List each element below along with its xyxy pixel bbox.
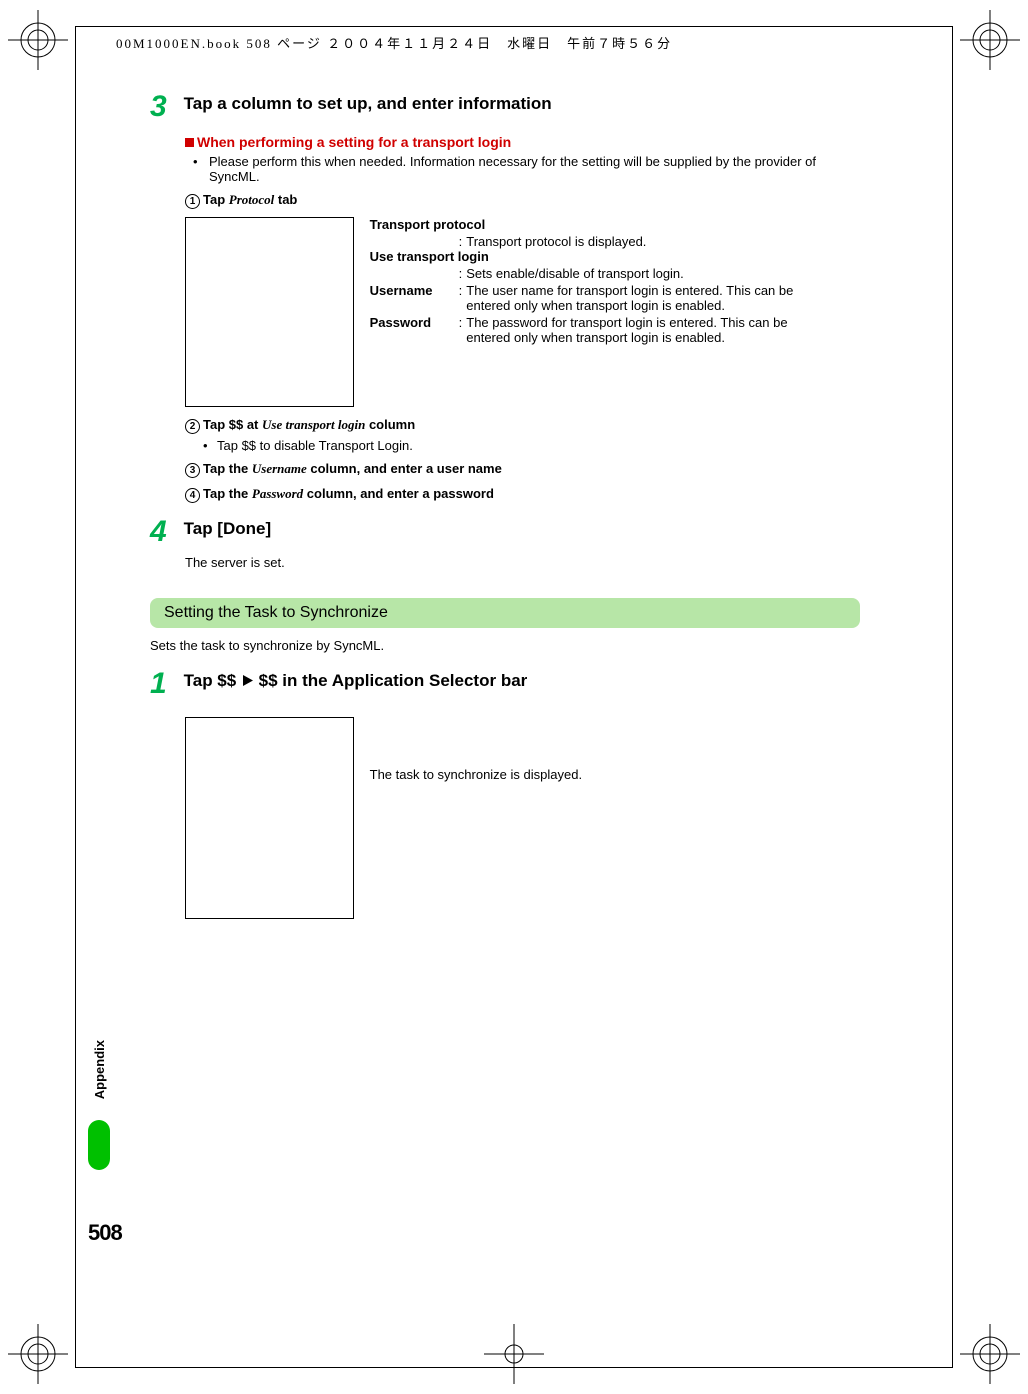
step-4: 4 Tap [Done] xyxy=(150,515,860,549)
reg-mark-tl xyxy=(8,10,68,70)
definitions-block: Transport protocol :Transport protocol i… xyxy=(370,217,825,345)
print-header: 00M1000EN.book 508 ページ ２００４年１１月２４日 水曜日 午… xyxy=(116,33,672,52)
substep-1: 1Tap Protocol tab xyxy=(185,192,860,209)
reg-mark-bl xyxy=(8,1324,68,1384)
screenshot-placeholder xyxy=(185,217,354,407)
substep-3: 3Tap the Username column, and enter a us… xyxy=(185,461,860,478)
section-heading-bar: Setting the Task to Synchronize xyxy=(150,598,860,628)
circle-number-icon: 1 xyxy=(185,194,200,209)
sec2-step-1: 1 Tap $$ $$ in the Application Selector … xyxy=(150,667,860,701)
step-number: 1 xyxy=(150,667,180,701)
red-square-icon xyxy=(185,138,194,147)
bullet-text: Tap $$ to disable Transport Login. xyxy=(203,438,860,453)
step-title: Tap $$ $$ in the Application Selector ba… xyxy=(184,671,528,691)
step-body: The server is set. xyxy=(185,555,860,570)
caption-text: The task to synchronize is displayed. xyxy=(370,767,770,782)
screenshot-placeholder xyxy=(185,717,354,919)
side-tab-label: Appendix xyxy=(92,1040,107,1099)
def-label: Transport protocol xyxy=(370,217,825,232)
substep-2: 2Tap $$ at Use transport login column xyxy=(185,417,860,434)
step-title: Tap [Done] xyxy=(184,519,272,539)
reg-mark-br xyxy=(960,1324,1020,1384)
page-number: 508 xyxy=(88,1220,122,1246)
step-3: 3 Tap a column to set up, and enter info… xyxy=(150,90,860,124)
sub-heading-red: When performing a setting for a transpor… xyxy=(185,134,860,150)
section-intro: Sets the task to synchronize by SyncML. xyxy=(150,638,860,653)
circle-number-icon: 3 xyxy=(185,463,200,478)
step-number: 4 xyxy=(150,515,180,549)
side-tab-indicator xyxy=(88,1120,110,1170)
step-title: Tap a column to set up, and enter inform… xyxy=(184,94,552,114)
reg-mark-tr xyxy=(960,10,1020,70)
def-label: Use transport login xyxy=(370,249,825,264)
circle-number-icon: 4 xyxy=(185,488,200,503)
bullet-text: Please perform this when needed. Informa… xyxy=(193,154,860,184)
step-number: 3 xyxy=(150,90,180,124)
substep-4: 4Tap the Password column, and enter a pa… xyxy=(185,486,860,503)
circle-number-icon: 2 xyxy=(185,419,200,434)
triangle-right-icon xyxy=(241,674,254,687)
